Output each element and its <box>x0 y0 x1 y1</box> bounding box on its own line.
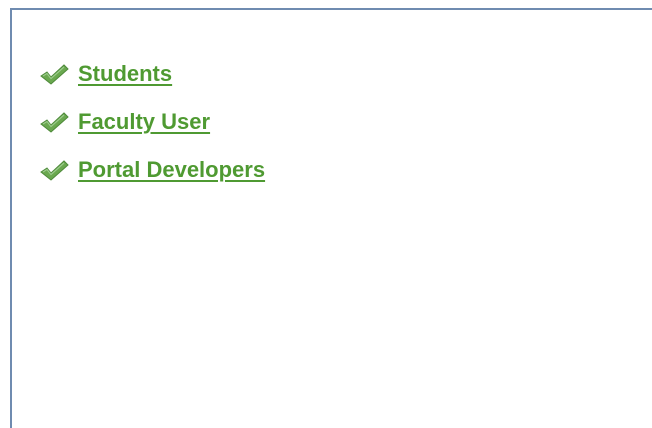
list-item: Faculty User <box>38 98 265 146</box>
students-link[interactable]: Students <box>78 63 172 85</box>
check-icon <box>38 60 70 88</box>
portal-developers-link[interactable]: Portal Developers <box>78 159 265 181</box>
check-icon <box>38 156 70 184</box>
content-panel: Students Faculty User Portal Developers <box>10 8 652 428</box>
faculty-user-link[interactable]: Faculty User <box>78 111 210 133</box>
group-link-list: Students Faculty User Portal Developers <box>38 50 265 194</box>
list-item: Portal Developers <box>38 146 265 194</box>
list-item: Students <box>38 50 265 98</box>
check-icon <box>38 108 70 136</box>
